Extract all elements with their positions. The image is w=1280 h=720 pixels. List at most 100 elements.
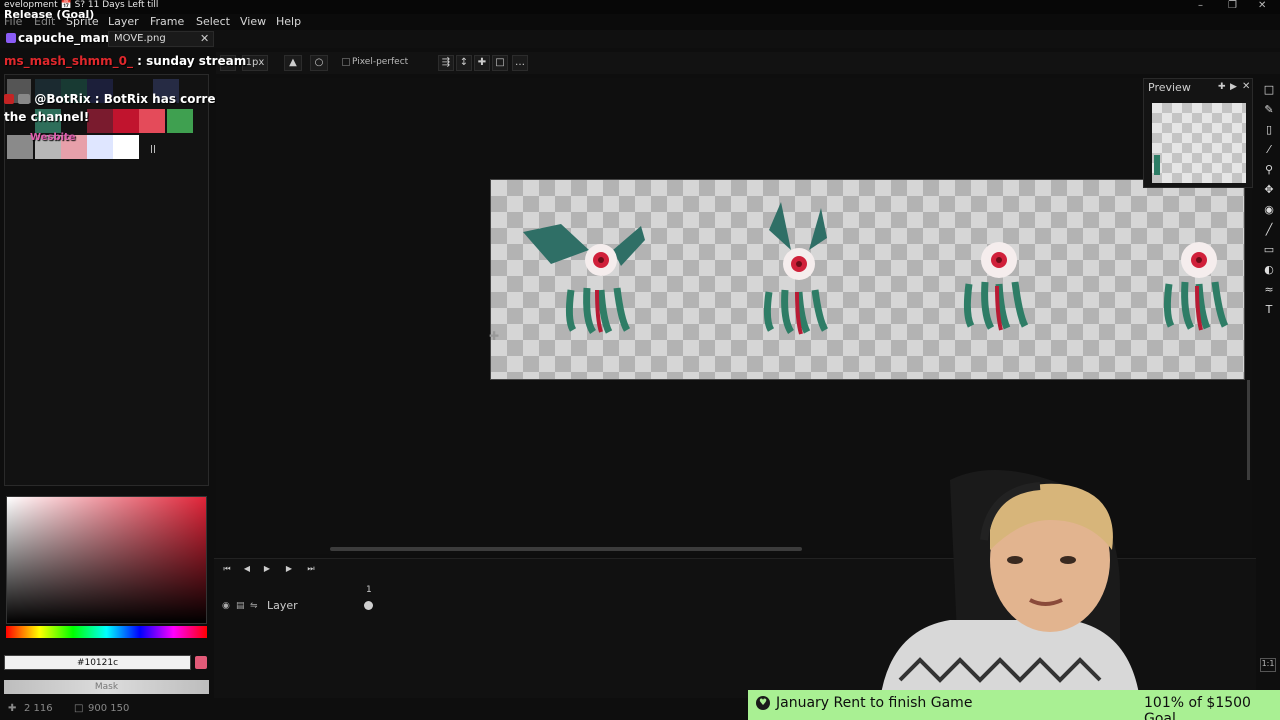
creature-frame-4 bbox=[1163, 242, 1229, 331]
creature-frame-3 bbox=[963, 242, 1029, 331]
text-tool-icon[interactable]: T bbox=[1261, 302, 1277, 318]
layer-continuous-icon[interactable]: ⇋ bbox=[250, 601, 258, 611]
menu-frame[interactable]: Frame bbox=[150, 15, 184, 28]
pixel-perfect-checkbox[interactable] bbox=[342, 58, 350, 66]
last-frame-icon[interactable]: ⏭ bbox=[302, 562, 320, 576]
color-swap-icon[interactable] bbox=[195, 656, 207, 669]
menu-help[interactable]: Help bbox=[276, 15, 301, 28]
tab-close-icon[interactable]: ✕ bbox=[200, 32, 209, 45]
more-options-icon[interactable]: … bbox=[512, 55, 528, 71]
menu-file[interactable]: File bbox=[4, 15, 22, 28]
move-tool-icon[interactable]: ✥ bbox=[1261, 182, 1277, 198]
actual-size-icon[interactable]: 1:1 bbox=[1260, 658, 1276, 672]
menu-bar: Release (Goal) File Edit Sprite Layer Fr… bbox=[0, 8, 1280, 30]
hex-color-field[interactable]: #10121c bbox=[4, 655, 191, 670]
first-frame-icon[interactable]: ⏮ bbox=[218, 562, 236, 576]
right-eye bbox=[1060, 556, 1076, 564]
title-bar: evelopment 📅 S? 11 Days Left till – ❐ ✕ bbox=[0, 0, 1280, 14]
tool-column: □ ✎ ▯ ⁄ ⚲ ✥ ◉ ╱ ▭ ◐ ≈ T bbox=[1258, 78, 1280, 318]
chat-badge-icon bbox=[6, 33, 16, 43]
prev-frame-icon[interactable]: ◀ bbox=[238, 562, 256, 576]
minimize-icon[interactable]: – bbox=[1198, 0, 1203, 11]
pencil-tool-icon[interactable]: ✎ bbox=[1261, 102, 1277, 118]
palette-swatch[interactable] bbox=[87, 109, 113, 133]
webcam-overlay bbox=[880, 470, 1140, 700]
frame-number[interactable]: 1 bbox=[366, 585, 372, 595]
preview-play-icon[interactable]: ▶ bbox=[1230, 82, 1237, 92]
chat-user-wesbite: Wesbite bbox=[30, 132, 76, 143]
palette-swatch[interactable] bbox=[139, 109, 165, 133]
next-frame-icon[interactable]: ▶ bbox=[280, 562, 298, 576]
preview-canvas[interactable] bbox=[1152, 103, 1246, 183]
size-icon: □ bbox=[74, 703, 84, 714]
menu-layer[interactable]: Layer bbox=[108, 15, 139, 28]
symmetry-v-icon[interactable]: ↕ bbox=[456, 55, 472, 71]
menu-select[interactable]: Select bbox=[196, 15, 230, 28]
tab-label: MOVE.png bbox=[114, 33, 166, 44]
sprite-canvas[interactable] bbox=[490, 179, 1245, 380]
palette-swatch[interactable] bbox=[87, 135, 113, 159]
line-tool-icon[interactable]: ╱ bbox=[1261, 222, 1277, 238]
color-spectrum-picker[interactable] bbox=[6, 496, 207, 624]
eyedropper-tool-icon[interactable]: ⁄ bbox=[1261, 142, 1277, 158]
right-wing bbox=[809, 208, 827, 250]
hue-slider[interactable] bbox=[6, 626, 207, 638]
opacity-icon[interactable]: ○ bbox=[310, 55, 328, 71]
eraser-tool-icon[interactable]: ▯ bbox=[1261, 122, 1277, 138]
symmetry-h-icon[interactable]: ⇶ bbox=[438, 55, 454, 71]
zoom-tool-icon[interactable]: ⚲ bbox=[1261, 162, 1277, 178]
right-wing bbox=[613, 226, 645, 266]
layer-name[interactable]: Layer bbox=[267, 599, 298, 612]
crosshair-icon: ✚ bbox=[8, 703, 17, 714]
horizontal-scrollbar[interactable] bbox=[330, 547, 802, 551]
maximize-icon[interactable]: ❐ bbox=[1228, 0, 1237, 11]
chat-line-2: ms_mash_shmm_0_ : sunday stream bbox=[4, 54, 246, 68]
eye-pupil bbox=[996, 257, 1002, 263]
close-window-icon[interactable]: ✕ bbox=[1258, 0, 1266, 11]
preview-fullscreen-icon[interactable]: ✚ bbox=[1218, 82, 1226, 92]
chat-user: @BotRix bbox=[34, 92, 91, 106]
contour-tool-icon[interactable]: ≈ bbox=[1261, 282, 1277, 298]
blur-tool-icon[interactable]: ◐ bbox=[1261, 262, 1277, 278]
palette-resize-handle[interactable] bbox=[151, 145, 155, 153]
goal-title: January Rent to finish Game bbox=[776, 695, 973, 711]
left-eye bbox=[1007, 556, 1023, 564]
creature-frame-1 bbox=[523, 224, 645, 334]
chat-line-3-cont: the channel! bbox=[4, 110, 90, 124]
layer-visibility-icon[interactable]: ◉ bbox=[222, 601, 230, 611]
mask-slider[interactable]: Mask bbox=[4, 680, 209, 694]
eye-pupil bbox=[598, 257, 604, 263]
ink-icon[interactable]: ▲ bbox=[284, 55, 302, 71]
preview-close-icon[interactable]: ✕ bbox=[1242, 81, 1250, 92]
cel-dot[interactable] bbox=[364, 601, 373, 610]
marquee-tool-icon[interactable]: □ bbox=[1261, 82, 1277, 98]
layer-lock-icon[interactable]: ▤ bbox=[236, 601, 245, 611]
palette-swatch[interactable] bbox=[167, 109, 193, 133]
vertical-scrollbar[interactable] bbox=[1247, 380, 1250, 480]
play-icon[interactable]: ▶ bbox=[258, 562, 276, 576]
palette-swatch[interactable] bbox=[113, 109, 139, 133]
goal-icon: ♥ bbox=[756, 696, 770, 710]
preview-panel: Preview ✚ ▶ ✕ bbox=[1143, 78, 1253, 188]
symmetry-reset-icon[interactable]: □ bbox=[492, 55, 508, 71]
app-window: evelopment 📅 S? 11 Days Left till – ❐ ✕ … bbox=[0, 0, 1280, 720]
left-wing bbox=[769, 202, 791, 250]
crosshair-cursor-icon: ✚ bbox=[489, 329, 500, 343]
chat-user-capuche: capuche_man : bbox=[18, 31, 119, 45]
status-bar: ✚ 2 116 □ 900 150 bbox=[0, 700, 740, 720]
menu-edit[interactable]: Edit bbox=[34, 15, 55, 28]
symmetry-both-icon[interactable]: ✚ bbox=[474, 55, 490, 71]
rectangle-tool-icon[interactable]: ▭ bbox=[1261, 242, 1277, 258]
cursor-position: 2 116 bbox=[24, 703, 53, 714]
palette-swatch[interactable] bbox=[113, 135, 139, 159]
bucket-tool-icon[interactable]: ◉ bbox=[1261, 202, 1277, 218]
menu-view[interactable]: View bbox=[240, 15, 266, 28]
left-wing bbox=[523, 224, 589, 264]
chat-badge-icon bbox=[4, 94, 14, 104]
menu-sprite[interactable]: Sprite bbox=[66, 15, 99, 28]
chat-user: ms_mash_shmm_0_ bbox=[4, 54, 133, 68]
pixel-perfect-label: Pixel-perfect bbox=[352, 57, 409, 67]
eye-pupil bbox=[796, 261, 802, 267]
preview-sprite-sliver bbox=[1154, 155, 1160, 175]
tab-move-png[interactable]: MOVE.png bbox=[108, 31, 214, 47]
